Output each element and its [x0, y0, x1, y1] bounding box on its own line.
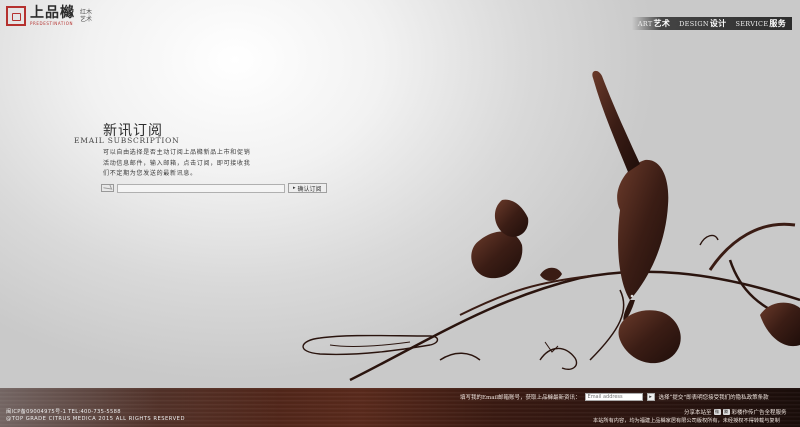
newsletter-prompt: 填写我的Email邮箱账号，获取上品櫞最新资讯：: [460, 395, 581, 401]
nav-item-design-cn: 设计: [709, 18, 727, 28]
nav-item-service-en: SERVICE: [735, 20, 769, 28]
footer-credit: 彩楼作传广告全程服务: [731, 410, 787, 416]
logo-name-cn: 上品櫞: [30, 5, 75, 21]
logo-seal-icon: [6, 6, 26, 26]
footer-icp: 闽ICP备09004975号-1 TEL:400-735-5588: [6, 409, 121, 415]
page: 上品櫞 PREDESTINATION 红木 艺术 ART艺术 DESIGN设计 …: [0, 0, 800, 427]
logo-tag-2: 艺术: [80, 16, 93, 23]
footer-newsletter: 填写我的Email邮箱账号，获取上品櫞最新资讯： ▸ 选择“提交”即表明您接受我…: [460, 393, 769, 401]
subscribe-email-input[interactable]: [117, 183, 285, 193]
logo-text: 上品櫞 PREDESTINATION: [30, 5, 75, 27]
mail-icon: [101, 184, 114, 192]
subscribe-description: 可以自由选择是否主动订阅上品櫞新品上市和促销活动信息邮件，输入邮箱，点击订阅，即…: [103, 149, 251, 177]
footer-legal: 本站所有内容，均为福建上品櫞家居有限公司版权所有，未经授权不得转载与复制: [593, 418, 780, 424]
footer-copyright: @TOP GRADE CITRUS MEDICA 2015 ALL RIGHTS…: [6, 416, 185, 422]
footer-share: 分享本站至 微 腾 彩楼作传广告全程服务: [684, 408, 787, 416]
nav-item-service-cn: 服务: [769, 18, 786, 28]
logo-tag-1: 红木: [80, 9, 93, 16]
tencent-icon[interactable]: 腾: [722, 409, 730, 415]
footer: 闽ICP备09004975号-1 TEL:400-735-5588 @TOP G…: [0, 388, 800, 427]
nav-item-art-cn: 艺术: [653, 18, 671, 28]
newsletter-note: 选择“提交”即表明您接受我们的隐私政策条款: [658, 395, 769, 401]
rosewood-bird-carving-illustration: [302, 70, 800, 382]
top-nav: ART艺术 DESIGN设计 SERVICE服务: [632, 17, 792, 30]
weibo-icon[interactable]: 微: [713, 409, 721, 415]
newsletter-email-input[interactable]: [584, 393, 643, 401]
subscribe-title-en: EMAIL SUBSCRIPTION: [74, 136, 180, 145]
newsletter-submit-button[interactable]: ▸: [646, 393, 655, 401]
nav-item-art[interactable]: ART艺术: [638, 18, 670, 29]
logo-name-en: PREDESTINATION: [30, 21, 74, 26]
nav-item-design-en: DESIGN: [679, 20, 709, 28]
logo-tagline: 红木 艺术: [80, 9, 92, 23]
nav-item-art-en: ART: [637, 20, 653, 28]
share-label: 分享本站至: [684, 410, 712, 416]
nav-item-design[interactable]: DESIGN设计: [679, 18, 726, 29]
logo[interactable]: 上品櫞 PREDESTINATION 红木 艺术: [6, 6, 92, 26]
nav-item-service[interactable]: SERVICE服务: [735, 18, 786, 29]
